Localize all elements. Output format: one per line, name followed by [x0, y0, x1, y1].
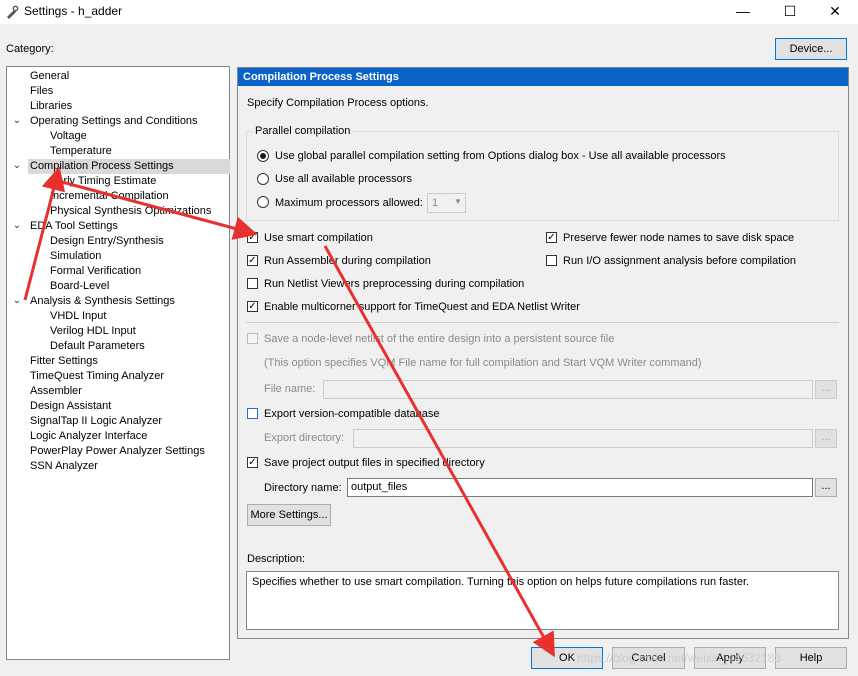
annotation-arrow — [323, 245, 555, 658]
annotation-arrow — [23, 166, 66, 301]
annotation-arrow — [61, 180, 258, 240]
annotation-arrows — [23, 166, 555, 658]
